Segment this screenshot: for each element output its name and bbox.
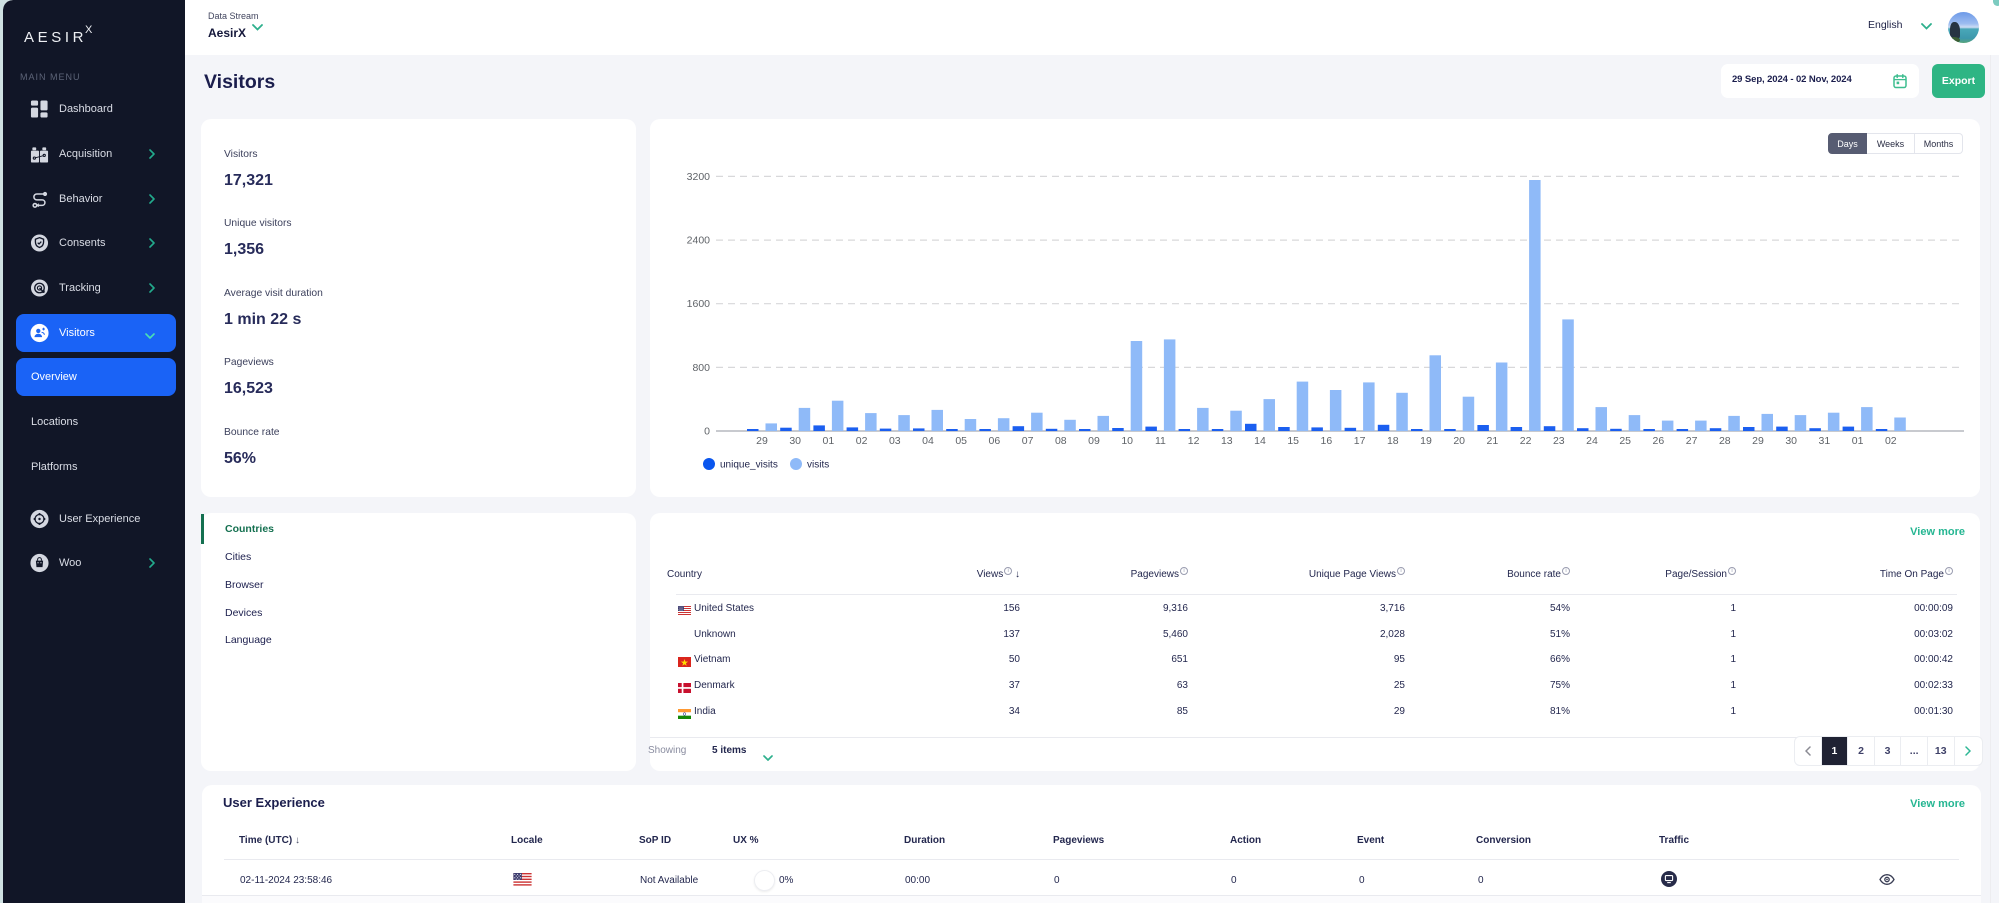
svg-text:29: 29: [756, 435, 768, 447]
svg-text:19: 19: [1420, 435, 1432, 447]
svg-text:31: 31: [1819, 435, 1831, 447]
svg-text:2400: 2400: [687, 235, 711, 247]
svg-text:02: 02: [1885, 435, 1897, 447]
svg-text:22: 22: [1520, 435, 1532, 447]
svg-text:16: 16: [1321, 435, 1333, 447]
svg-text:14: 14: [1254, 435, 1266, 447]
svg-text:30: 30: [789, 435, 801, 447]
svg-text:10: 10: [1121, 435, 1133, 447]
svg-text:24: 24: [1586, 435, 1598, 447]
svg-text:26: 26: [1653, 435, 1665, 447]
svg-text:06: 06: [989, 435, 1001, 447]
svg-text:18: 18: [1387, 435, 1399, 447]
svg-text:11: 11: [1155, 435, 1166, 447]
svg-text:25: 25: [1619, 435, 1631, 447]
svg-text:21: 21: [1487, 435, 1499, 447]
svg-text:15: 15: [1287, 435, 1299, 447]
svg-text:03: 03: [889, 435, 901, 447]
svg-text:09: 09: [1088, 435, 1100, 447]
svg-text:28: 28: [1719, 435, 1731, 447]
svg-text:05: 05: [955, 435, 967, 447]
svg-text:02: 02: [856, 435, 868, 447]
svg-text:01: 01: [823, 435, 835, 447]
svg-text:800: 800: [692, 362, 710, 374]
svg-text:visits: visits: [807, 460, 829, 471]
svg-text:3200: 3200: [687, 171, 711, 183]
svg-text:0: 0: [704, 426, 710, 438]
svg-text:01: 01: [1852, 435, 1864, 447]
svg-text:13: 13: [1221, 435, 1233, 447]
svg-text:23: 23: [1553, 435, 1565, 447]
svg-text:1600: 1600: [687, 298, 711, 310]
svg-text:27: 27: [1686, 435, 1698, 447]
svg-text:29: 29: [1752, 435, 1764, 447]
svg-text:07: 07: [1022, 435, 1034, 447]
svg-text:08: 08: [1055, 435, 1067, 447]
svg-text:17: 17: [1354, 435, 1366, 447]
svg-text:04: 04: [922, 435, 934, 447]
svg-text:20: 20: [1453, 435, 1465, 447]
svg-text:unique_visits: unique_visits: [720, 460, 778, 471]
svg-text:12: 12: [1188, 435, 1200, 447]
svg-text:30: 30: [1785, 435, 1797, 447]
